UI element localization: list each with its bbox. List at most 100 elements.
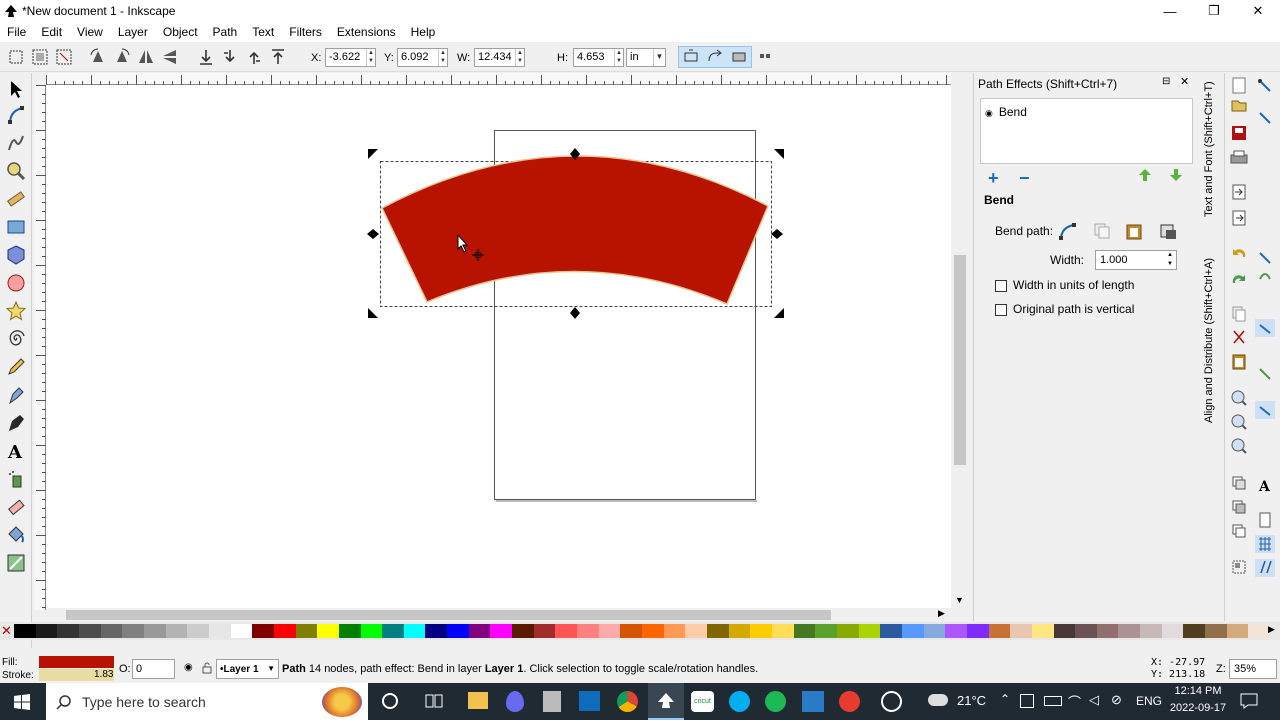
width-stepper[interactable]: ▲ ▼ (1167, 251, 1173, 269)
zoom-tool-icon[interactable] (5, 160, 27, 182)
unlink-clone-icon[interactable] (1232, 524, 1246, 538)
palette-swatch[interactable] (663, 624, 686, 638)
github-icon[interactable] (881, 691, 902, 712)
scroll-down-arrow-icon[interactable]: ▼ (955, 595, 964, 605)
palette-swatch[interactable] (533, 624, 556, 638)
menu-path[interactable]: Path (213, 25, 238, 39)
link-path-icon[interactable] (1158, 221, 1178, 241)
minimize-button[interactable]: — (1148, 0, 1192, 22)
snap-page-icon[interactable] (1259, 512, 1271, 528)
fill-swatch[interactable] (39, 656, 114, 668)
scale-stroke-icon[interactable] (681, 47, 701, 67)
ellipse-tool-icon[interactable] (5, 272, 27, 294)
outlook-icon[interactable] (579, 691, 600, 711)
palette-swatch[interactable] (966, 624, 989, 638)
palette-swatch[interactable] (295, 624, 318, 638)
export-icon[interactable] (1232, 210, 1246, 226)
palette-swatch[interactable] (360, 624, 383, 638)
palette-swatch[interactable] (750, 624, 772, 638)
redo-icon[interactable] (1232, 275, 1245, 283)
zoom-drawing-icon[interactable] (1231, 414, 1247, 430)
palette-swatch[interactable] (858, 624, 881, 638)
palette-swatch[interactable] (1010, 624, 1032, 638)
width-units-checkbox[interactable] (995, 279, 1007, 292)
close-button[interactable]: ✕ (1236, 0, 1280, 22)
palette-swatch[interactable] (1118, 624, 1141, 638)
palette-swatch[interactable] (35, 624, 58, 638)
palette-swatch[interactable] (1053, 624, 1076, 638)
measure-tool-icon[interactable] (5, 188, 27, 210)
text-tool-icon[interactable]: A (5, 440, 27, 462)
lower-icon[interactable] (220, 47, 240, 67)
palette-swatch[interactable] (555, 624, 578, 638)
volume-icon[interactable]: ◁ (1089, 692, 1099, 708)
palette-swatch[interactable] (923, 624, 946, 638)
palette-swatch[interactable] (403, 624, 426, 638)
palette-swatch[interactable] (230, 624, 253, 638)
palette-swatch[interactable] (901, 624, 924, 638)
clone-icon[interactable] (1232, 500, 1246, 514)
spotify-icon[interactable] (765, 691, 786, 712)
task-view-icon[interactable] (425, 693, 443, 709)
palette-swatch[interactable] (1075, 624, 1097, 638)
unit-select[interactable]: in ▼ (626, 48, 666, 67)
palette-swatch[interactable] (187, 624, 209, 638)
snap-toggle-icon[interactable] (1258, 79, 1271, 92)
palette-swatch[interactable] (836, 624, 859, 638)
vertical-scrollbar[interactable]: ▼ (951, 85, 969, 610)
cut-icon[interactable] (1233, 330, 1245, 344)
color-app-icon[interactable] (506, 691, 524, 712)
h-field[interactable]: 4.653 ▲ ▼ (573, 48, 624, 67)
calligraphy-tool-icon[interactable] (5, 412, 27, 434)
star-tool-icon[interactable] (5, 300, 27, 322)
palette-swatch[interactable] (122, 624, 144, 638)
palette-swatch[interactable] (468, 624, 491, 638)
undo-icon[interactable] (1233, 249, 1246, 257)
pencil-tool-icon[interactable] (5, 356, 27, 378)
checkbox-vertical[interactable]: Original path is vertical (995, 302, 1134, 316)
x-stepper[interactable]: ▲ ▼ (366, 49, 375, 66)
chrome-icon[interactable] (617, 691, 638, 712)
no-paint-icon[interactable]: ✕ (1, 624, 12, 637)
palette-swatch[interactable] (815, 624, 837, 638)
snap-bbox-icon[interactable] (1259, 112, 1271, 124)
tab-align-and-distribute[interactable]: Align and Distribute (Shift+Ctrl+A) (1203, 223, 1219, 423)
palette-swatch[interactable] (57, 624, 79, 638)
move-gradients-icon[interactable] (729, 47, 749, 67)
wifi-icon[interactable]: ⌒ (1068, 692, 1081, 711)
menu-view[interactable]: View (77, 25, 103, 39)
palette-swatch[interactable] (771, 624, 794, 638)
opacity-input[interactable]: 0 (132, 659, 175, 679)
snap-grid-icon[interactable] (1255, 535, 1275, 553)
copy-path-icon[interactable] (1092, 221, 1112, 241)
color-palette[interactable] (14, 623, 1271, 639)
edit-on-canvas-icon[interactable] (1058, 221, 1078, 241)
palette-swatch[interactable] (620, 624, 643, 638)
menu-filters[interactable]: Filters (289, 25, 322, 39)
network-icon[interactable]: ⊘ (1111, 692, 1122, 708)
duplicate-icon[interactable] (1232, 476, 1246, 490)
cortana-icon[interactable] (382, 693, 398, 709)
handle-top-left[interactable] (368, 149, 378, 159)
palette-swatch[interactable] (880, 624, 902, 638)
snap-paths-icon[interactable] (1259, 273, 1271, 280)
select-all-layers-icon[interactable] (30, 47, 50, 67)
checkbox-width-units[interactable]: Width in units of length (995, 278, 1134, 292)
palette-swatch[interactable] (988, 624, 1011, 638)
rotate-ccw-icon[interactable] (88, 47, 108, 67)
palette-swatch[interactable] (208, 624, 231, 638)
open-document-icon[interactable] (1231, 100, 1247, 112)
palette-swatch[interactable] (338, 624, 361, 638)
move-up-arrow-icon[interactable] (1138, 168, 1152, 182)
lower-to-bottom-icon[interactable] (196, 47, 216, 67)
w-field[interactable]: 12.434 ▲ ▼ (474, 48, 525, 67)
node-tool-icon[interactable] (5, 104, 27, 126)
inkscape-taskbar-button[interactable] (648, 683, 684, 720)
handle-bottom-right[interactable] (774, 308, 784, 318)
windows-start-icon[interactable] (14, 694, 30, 710)
menu-file[interactable]: File (7, 25, 26, 39)
zoom-app-icon[interactable] (802, 691, 824, 712)
palette-swatch[interactable] (1226, 624, 1249, 638)
rectangle-tool-icon[interactable] (5, 216, 27, 238)
palette-swatch[interactable] (707, 624, 729, 638)
